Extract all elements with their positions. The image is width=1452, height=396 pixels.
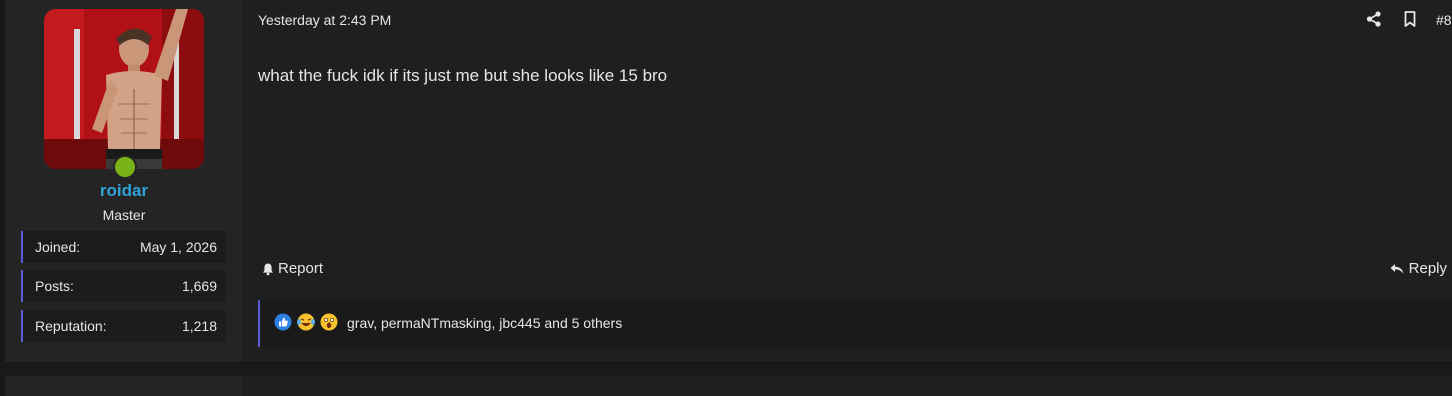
stat-label: Reputation:	[35, 318, 107, 334]
header-divider	[253, 45, 1447, 46]
stat-reputation: Reputation: 1,218	[21, 310, 226, 342]
stat-posts: Posts: 1,669	[21, 270, 226, 302]
like-icon	[274, 313, 292, 331]
user-title: Master	[102, 207, 146, 223]
stat-label: Posts:	[35, 278, 74, 294]
stat-value: 1,218	[181, 318, 217, 334]
next-post-partial	[5, 376, 1452, 396]
username-link[interactable]: roidar	[5, 181, 243, 201]
report-label: Report	[278, 260, 324, 277]
wow-icon	[320, 313, 338, 331]
user-info-panel: roidar Master Joined: May 1, 2026 Posts:…	[5, 0, 243, 362]
post-body: what the fuck idk if its just me but she…	[258, 66, 668, 85]
bookmark-icon[interactable]	[1401, 10, 1419, 28]
reactions-bar[interactable]: grav, permaNTmasking, jbc445 and 5 other…	[258, 300, 1452, 347]
stat-value: 1,669	[181, 278, 217, 294]
share-icon[interactable]	[1365, 10, 1383, 28]
post-main: Yesterday at 2:43 PM #8 what the fuck id…	[243, 0, 1452, 362]
reply-button[interactable]: Reply	[1389, 260, 1447, 277]
avatar[interactable]	[44, 9, 204, 169]
stat-value: May 1, 2026	[139, 239, 217, 255]
reaction-users-link[interactable]: grav, permaNTmasking, jbc445 and 5 other…	[347, 315, 622, 331]
report-button[interactable]: Report	[261, 260, 323, 277]
reaction-icons	[274, 313, 338, 331]
avatar-image	[44, 9, 204, 169]
online-status-indicator	[113, 155, 137, 179]
stat-joined: Joined: May 1, 2026	[21, 231, 226, 263]
next-post-user-panel	[5, 376, 243, 396]
reply-label: Reply	[1408, 260, 1447, 277]
stat-label: Joined:	[35, 239, 81, 255]
bell-icon	[263, 263, 273, 275]
post-timestamp[interactable]: Yesterday at 2:43 PM	[258, 12, 391, 28]
reply-icon	[1390, 263, 1404, 274]
post-number-link[interactable]: #8	[1436, 12, 1452, 28]
laugh-icon	[297, 313, 315, 331]
forum-post: roidar Master Joined: May 1, 2026 Posts:…	[5, 0, 1452, 363]
